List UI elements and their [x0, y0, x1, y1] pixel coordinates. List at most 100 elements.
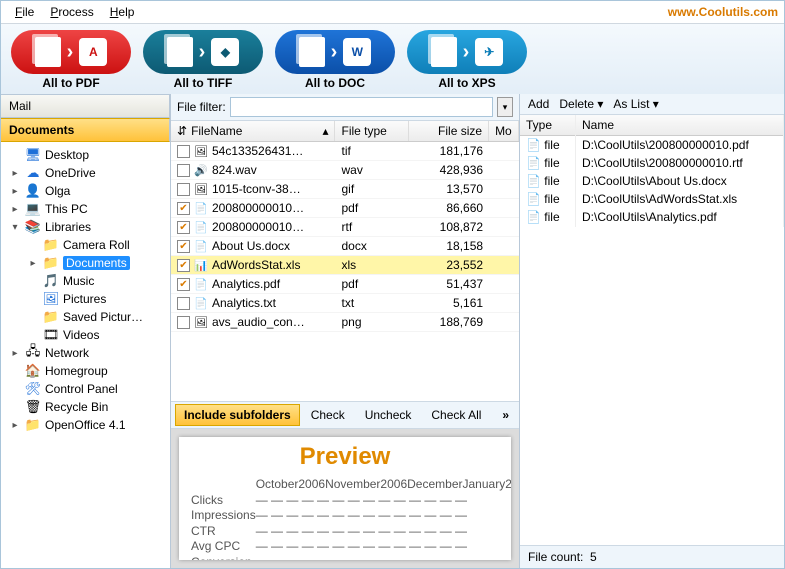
menu-help[interactable]: Help [102, 3, 143, 21]
file-icon: 🖼 [194, 182, 208, 196]
file-count: File count: 5 [520, 545, 784, 568]
include-subfolders-button[interactable]: Include subfolders [175, 404, 300, 426]
output-toolbar: Add Delete ▾ As List ▾ [520, 94, 784, 115]
tree-twisty[interactable]: ▸ [9, 420, 21, 431]
file-filter-dropdown[interactable]: ▾ [497, 97, 513, 117]
toolbar-button-all-to-doc[interactable]: ›W All to DOC [275, 30, 395, 90]
folder-icon: 🎵 [43, 273, 59, 289]
col-filesize[interactable]: File size [409, 121, 489, 141]
tree-node-libraries[interactable]: ▾ 📚 Libraries [3, 218, 168, 236]
tree-node-olga[interactable]: ▸ 👤 Olga [3, 182, 168, 200]
file-filter-input[interactable] [230, 97, 493, 117]
tree-node-recycle-bin[interactable]: 🗑 Recycle Bin [3, 398, 168, 416]
file-checkbox[interactable] [177, 145, 190, 158]
tree-node-openoffice-4-1[interactable]: ▸ 📁 OpenOffice 4.1 [3, 416, 168, 434]
brand-link[interactable]: www.Coolutils.com [668, 5, 778, 19]
col-modified[interactable]: Mo [489, 121, 519, 141]
sidebar: Mail Documents 🖥 Desktop ▸ ☁ OneDrive ▸ … [1, 94, 171, 568]
file-icon: 📄 [194, 220, 208, 234]
folder-icon: 📁 [25, 417, 41, 433]
file-row[interactable]: 🔊824.wav wav 428,936 [171, 161, 519, 180]
file-icon: 📊 [194, 258, 208, 272]
folder-icon: 👤 [25, 183, 41, 199]
file-checkbox[interactable] [177, 297, 190, 310]
folder-icon: 📁 [43, 309, 59, 325]
file-row[interactable]: ✔📊AdWordsStat.xls xls 23,552 [171, 256, 519, 275]
file-checkbox[interactable]: ✔ [177, 221, 190, 234]
menu-bar: File Process Help www.Coolutils.com [1, 1, 784, 24]
folder-icon: 🖥 [25, 147, 41, 163]
tree-twisty[interactable]: ▸ [9, 348, 21, 359]
menu-file[interactable]: File [7, 3, 42, 21]
toolbar-button-all-to-tiff[interactable]: ›◆ All to TIFF [143, 30, 263, 90]
output-panel: Add Delete ▾ As List ▾ Type Name 📄 file … [520, 94, 784, 568]
delete-button[interactable]: Delete ▾ [559, 97, 603, 111]
file-list[interactable]: ⇵FileName▴ File type File size Mo 🖼54c13… [171, 121, 519, 401]
file-icon: 🖼 [194, 144, 208, 158]
file-checkbox[interactable]: ✔ [177, 278, 190, 291]
file-icon: 📄 [194, 277, 208, 291]
add-button[interactable]: Add [528, 97, 549, 111]
toolbar-button-all-to-pdf[interactable]: ›A All to PDF [11, 30, 131, 90]
file-checkbox[interactable]: ✔ [177, 202, 190, 215]
check-button[interactable]: Check [302, 404, 354, 426]
file-row[interactable]: ✔📄200800000010… pdf 86,660 [171, 199, 519, 218]
tree-twisty[interactable]: ▸ [9, 168, 21, 179]
output-list[interactable]: Type Name 📄 file D:\CoolUtils\2008000000… [520, 115, 784, 545]
output-row[interactable]: 📄 file D:\CoolUtils\200800000010.pdf [520, 136, 784, 154]
col-filename[interactable]: ⇵FileName▴ [171, 121, 335, 141]
tree-node-this-pc[interactable]: ▸ 💻 This PC [3, 200, 168, 218]
output-row[interactable]: 📄 file D:\CoolUtils\About Us.docx [520, 172, 784, 190]
file-actions-bar: Include subfolders Check Uncheck Check A… [171, 401, 519, 428]
file-row[interactable]: 🖼1015-tconv-38… gif 13,570 [171, 180, 519, 199]
file-row[interactable]: ✔📄200800000010… rtf 108,872 [171, 218, 519, 237]
tree-node-homegroup[interactable]: 🏠 Homegroup [3, 362, 168, 380]
tree-twisty[interactable]: ▾ [9, 222, 21, 233]
file-icon: 🖼 [194, 315, 208, 329]
output-row[interactable]: 📄 file D:\CoolUtils\Analytics.pdf [520, 208, 784, 226]
folder-icon: ☁ [25, 165, 41, 181]
uncheck-button[interactable]: Uncheck [356, 404, 421, 426]
col-type[interactable]: Type [520, 115, 576, 135]
file-icon: 📄 [194, 201, 208, 215]
check-all-button[interactable]: Check All [422, 404, 490, 426]
file-row[interactable]: 🖼54c133526431… tif 181,176 [171, 142, 519, 161]
col-name[interactable]: Name [576, 115, 784, 135]
tree-node-pictures[interactable]: 🖼 Pictures [3, 290, 168, 308]
sidebar-tab-documents[interactable]: Documents [1, 118, 170, 142]
file-checkbox[interactable]: ✔ [177, 240, 190, 253]
tree-node-documents[interactable]: ▸ 📁 Documents [3, 254, 168, 272]
tree-node-camera-roll[interactable]: 📁 Camera Roll [3, 236, 168, 254]
tree-node-desktop[interactable]: 🖥 Desktop [3, 146, 168, 164]
tree-node-network[interactable]: ▸ 🖧 Network [3, 344, 168, 362]
tree-node-saved-pictur-[interactable]: 📁 Saved Pictur… [3, 308, 168, 326]
tree-node-onedrive[interactable]: ▸ ☁ OneDrive [3, 164, 168, 182]
file-row[interactable]: 🖼avs_audio_con… png 188,769 [171, 313, 519, 332]
toolbar: ›A All to PDF ›◆ All to TIFF ›W All to D… [1, 24, 784, 94]
file-row[interactable]: 📄Analytics.txt txt 5,161 [171, 294, 519, 313]
tree-node-music[interactable]: 🎵 Music [3, 272, 168, 290]
folder-tree[interactable]: 🖥 Desktop ▸ ☁ OneDrive ▸ 👤 Olga ▸ 💻 This… [1, 142, 170, 568]
file-checkbox[interactable] [177, 316, 190, 329]
file-row[interactable]: ✔📄About Us.docx docx 18,158 [171, 237, 519, 256]
folder-icon: 🖧 [25, 345, 41, 361]
menu-process[interactable]: Process [42, 3, 101, 21]
output-row[interactable]: 📄 file D:\CoolUtils\200800000010.rtf [520, 154, 784, 172]
file-row[interactable]: ✔📄Analytics.pdf pdf 51,437 [171, 275, 519, 294]
tree-twisty[interactable]: ▸ [9, 204, 21, 215]
tree-node-control-panel[interactable]: 🛠 Control Panel [3, 380, 168, 398]
folder-icon: 🎞 [43, 327, 59, 343]
sidebar-tab-mail[interactable]: Mail [1, 94, 170, 118]
file-icon: 📄 [194, 239, 208, 253]
more-actions[interactable]: » [496, 408, 515, 422]
folder-icon: 🏠 [25, 363, 41, 379]
tree-twisty[interactable]: ▸ [27, 258, 39, 269]
aslist-button[interactable]: As List ▾ [613, 97, 658, 111]
file-checkbox[interactable]: ✔ [177, 259, 190, 272]
col-filetype[interactable]: File type [335, 121, 409, 141]
tree-twisty[interactable]: ▸ [9, 186, 21, 197]
file-checkbox[interactable] [177, 183, 190, 196]
file-checkbox[interactable] [177, 164, 190, 177]
output-row[interactable]: 📄 file D:\CoolUtils\AdWordsStat.xls [520, 190, 784, 208]
toolbar-button-all-to-xps[interactable]: ›✈ All to XPS [407, 30, 527, 90]
